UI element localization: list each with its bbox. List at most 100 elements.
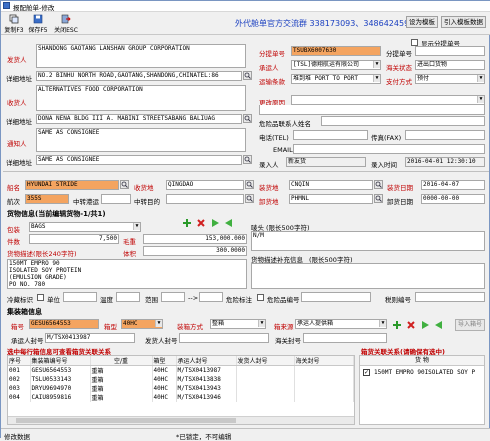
scrollbar-thumb[interactable] bbox=[16, 418, 236, 423]
shipper-seal-input[interactable] bbox=[179, 333, 269, 343]
shipper-input[interactable]: SHANDONG GAOTANG LANSHAN GROUP CORPORATI… bbox=[36, 44, 246, 68]
danger-contact-input[interactable] bbox=[321, 116, 485, 126]
pay-select[interactable]: 预付 ▼ bbox=[415, 74, 485, 84]
chevron-down-icon[interactable]: ▼ bbox=[477, 96, 484, 103]
loading-place-input[interactable]: CNQIN bbox=[289, 180, 373, 190]
email-input[interactable] bbox=[293, 144, 485, 154]
chevron-down-icon[interactable]: ▼ bbox=[373, 75, 380, 82]
tax-input[interactable] bbox=[415, 292, 485, 302]
chevron-down-icon[interactable]: ▼ bbox=[379, 320, 386, 327]
checkbox[interactable] bbox=[411, 38, 418, 46]
unload-date-input[interactable]: 0000-00-00 bbox=[421, 194, 485, 204]
notify-lookup-button[interactable] bbox=[243, 155, 252, 164]
terms-select[interactable]: 堆到堆 PORT TO PORT ▼ bbox=[291, 74, 381, 84]
notify-input[interactable]: SAME AS CONSIGNEE bbox=[36, 128, 246, 152]
add-icon[interactable] bbox=[392, 320, 402, 330]
marks-textarea[interactable]: N/M bbox=[251, 231, 485, 251]
package-value: BAGS bbox=[31, 223, 46, 230]
delete-icon[interactable] bbox=[406, 320, 416, 330]
gross-input[interactable]: 153,000.000 bbox=[143, 234, 247, 244]
close-button[interactable]: 关闭ESC bbox=[53, 13, 79, 34]
change-reason-detail[interactable] bbox=[259, 105, 485, 115]
voyage-input[interactable]: 355S bbox=[25, 194, 69, 204]
range-to-input[interactable] bbox=[199, 292, 223, 302]
loadmode-select[interactable]: 整箱 ▼ bbox=[210, 319, 266, 329]
consignee-input[interactable]: ALTERNATIVES FOOD CORPORATION bbox=[36, 85, 246, 111]
entry-time-input[interactable]: 2016-04-01 12:30:10 bbox=[405, 157, 485, 167]
desc-extra-textarea[interactable] bbox=[251, 263, 485, 289]
add-icon[interactable] bbox=[182, 218, 192, 228]
cold-checkbox[interactable] bbox=[37, 293, 44, 301]
shipper-address-input[interactable]: NO.2 BINHU NORTH ROAD,GAOTANG,SHANDONG,C… bbox=[36, 71, 242, 81]
type-select[interactable]: 40HC ▼ bbox=[121, 319, 163, 329]
table-row[interactable]: 004 CAIU8959816 重箱 40HC M/TSX0413946 bbox=[8, 393, 354, 402]
volume-input[interactable]: 300.0000 bbox=[143, 246, 247, 256]
horizontal-scrollbar[interactable] bbox=[8, 416, 354, 424]
delete-icon[interactable] bbox=[196, 218, 206, 228]
carrier-select[interactable]: [TSL]德翔航运有限公司 ▼ bbox=[291, 60, 381, 70]
sub-bl-input[interactable] bbox=[415, 46, 485, 56]
pieces-input[interactable]: 7,500 bbox=[29, 234, 119, 244]
unload-input[interactable]: PHMNL bbox=[289, 194, 373, 204]
consignee-lookup-button[interactable] bbox=[243, 114, 252, 123]
chevron-down-icon[interactable]: ▼ bbox=[133, 223, 140, 230]
receipt-place-input[interactable]: QINGDAO bbox=[166, 180, 244, 190]
change-reason-select[interactable]: ▼ bbox=[291, 95, 485, 105]
next-icon[interactable] bbox=[210, 218, 220, 228]
customs-seal-input[interactable] bbox=[303, 333, 387, 343]
cell: M/TSX0413987 bbox=[176, 365, 237, 375]
table-row[interactable]: 001 GESU6564553 重箱 40HC M/TSX0413987 bbox=[8, 365, 354, 375]
danger-checkbox[interactable] bbox=[257, 293, 264, 301]
search-icon bbox=[244, 115, 251, 122]
import-template-button[interactable]: 引入模板数据 bbox=[441, 16, 486, 28]
box-input[interactable]: GESU6564553 bbox=[29, 319, 99, 329]
prev-icon[interactable] bbox=[224, 218, 234, 228]
set-template-button[interactable]: 设为模板 bbox=[406, 16, 438, 28]
ship-lookup-button[interactable] bbox=[120, 180, 129, 189]
load-date-input[interactable]: 2016-04-07 bbox=[421, 180, 485, 190]
show-sub-bl-checkbox[interactable] bbox=[411, 38, 418, 46]
source-select[interactable]: 承运人提供箱 ▼ bbox=[295, 319, 387, 329]
package-select[interactable]: BAGS ▼ bbox=[29, 222, 141, 232]
copy-button[interactable]: 复制F3 bbox=[3, 13, 25, 34]
next-icon[interactable] bbox=[420, 320, 430, 330]
chevron-down-icon[interactable]: ▼ bbox=[258, 320, 265, 327]
danger-no-input[interactable] bbox=[301, 292, 371, 302]
entry-input[interactable]: 新友货 bbox=[286, 157, 366, 167]
receipt-lookup-button[interactable] bbox=[245, 180, 254, 189]
loading-lookup-button[interactable] bbox=[374, 180, 383, 189]
table-row[interactable]: 002 TSLU0533143 重箱 40HC M/TSX0413838 bbox=[8, 375, 354, 384]
seal-input[interactable]: M/TSX0413987 bbox=[45, 333, 135, 343]
save-button[interactable]: 保存F5 bbox=[27, 13, 49, 34]
relation-row[interactable]: ✓ 150MT EMPRO 90ISOLATED SOY P bbox=[362, 368, 482, 378]
checkbox[interactable] bbox=[37, 293, 44, 301]
search-icon bbox=[375, 181, 382, 188]
desc-hint: (限长240字符) bbox=[33, 250, 77, 258]
consignee-address-input[interactable]: DONA NENA BLDG III A. MABINI STREETSABAN… bbox=[36, 114, 242, 124]
prev-icon[interactable] bbox=[434, 320, 444, 330]
notify-address-input[interactable]: SAME AS CONSIGNEE bbox=[36, 155, 242, 165]
shipper-lookup-button[interactable] bbox=[243, 71, 252, 80]
chevron-down-icon[interactable]: ▼ bbox=[373, 61, 380, 68]
transit-lookup-button[interactable] bbox=[245, 194, 254, 203]
temp-input[interactable] bbox=[116, 292, 140, 302]
transship-input[interactable] bbox=[101, 194, 131, 204]
import-box-button[interactable]: 导入箱号 bbox=[455, 319, 486, 331]
unload-lookup-button[interactable] bbox=[374, 194, 383, 203]
transit-input[interactable] bbox=[166, 194, 244, 204]
table-row[interactable]: 003 DRYU9694970 重箱 40HC M/TSX0413943 bbox=[8, 384, 354, 393]
unit-input[interactable] bbox=[63, 292, 97, 302]
cell bbox=[294, 384, 354, 393]
fax-input[interactable] bbox=[405, 130, 485, 140]
relation-checkbox[interactable]: ✓ bbox=[363, 369, 370, 376]
chevron-down-icon[interactable]: ▼ bbox=[155, 320, 162, 327]
tel-input[interactable] bbox=[293, 130, 368, 140]
ship-input[interactable]: HYUNDAI STRIDE bbox=[25, 180, 119, 190]
customs-status-input[interactable]: 进出口货物 bbox=[415, 60, 485, 70]
col-box: 集装箱编号号 bbox=[30, 356, 91, 366]
desc-textarea[interactable]: 150MT EMPRO 90 ISOLATED SOY PROTEIN (EMU… bbox=[7, 259, 247, 289]
main-bl-input[interactable]: TSUBX6007630 bbox=[291, 46, 381, 56]
chevron-down-icon[interactable]: ▼ bbox=[477, 75, 484, 82]
checkbox[interactable] bbox=[257, 293, 264, 301]
range-from-input[interactable] bbox=[161, 292, 185, 302]
